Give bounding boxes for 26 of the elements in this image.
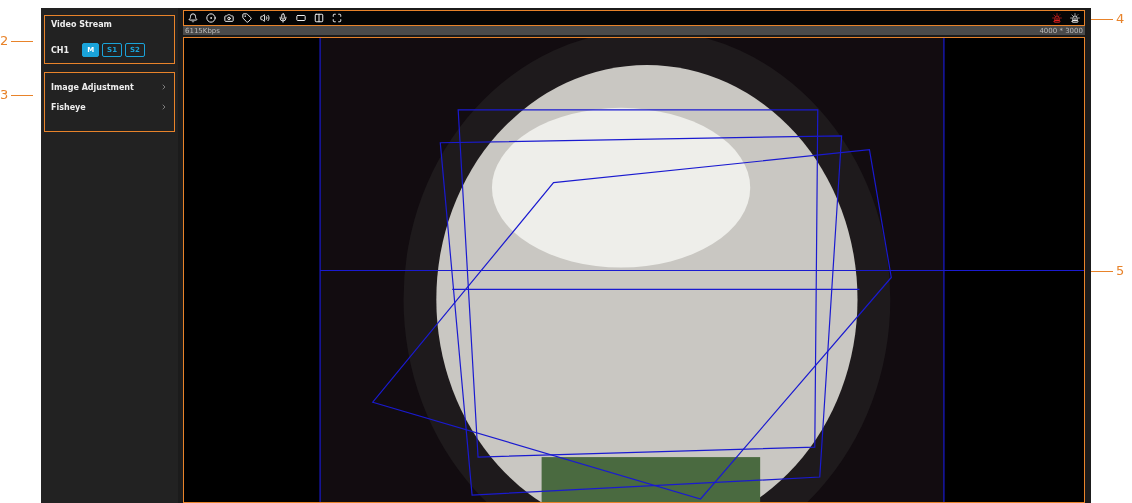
menu-item-label: Fisheye	[51, 102, 86, 112]
siren-icon[interactable]	[1070, 13, 1080, 23]
record-icon[interactable]	[206, 13, 216, 23]
tag-icon[interactable]	[242, 13, 252, 23]
leader-line	[1091, 18, 1113, 20]
fit-window-icon[interactable]	[296, 13, 306, 23]
menu-item[interactable]: Image Adjustment	[51, 77, 168, 97]
fullscreen-icon[interactable]	[332, 13, 342, 23]
split-view-icon[interactable]	[314, 13, 324, 23]
callout-number: 4	[1116, 12, 1125, 26]
callout-number: 5	[1116, 264, 1125, 278]
camera-icon[interactable]	[224, 13, 234, 23]
chevron-icon	[160, 103, 168, 111]
menu-item-label: Image Adjustment	[51, 82, 134, 92]
channel-label: CH1	[51, 45, 70, 55]
microphone-icon[interactable]	[278, 13, 288, 23]
panel-title: Video Stream	[51, 20, 113, 29]
leader-line	[11, 40, 34, 42]
bell-icon[interactable]	[188, 13, 198, 23]
chevron-icon	[160, 83, 168, 91]
menu-item[interactable]: Fisheye	[51, 97, 168, 117]
speaker-icon[interactable]	[260, 13, 270, 23]
callout-number: 3	[0, 88, 9, 102]
callout-number: 2	[0, 34, 9, 48]
leader-line	[11, 94, 34, 96]
leader-line	[1091, 270, 1113, 272]
